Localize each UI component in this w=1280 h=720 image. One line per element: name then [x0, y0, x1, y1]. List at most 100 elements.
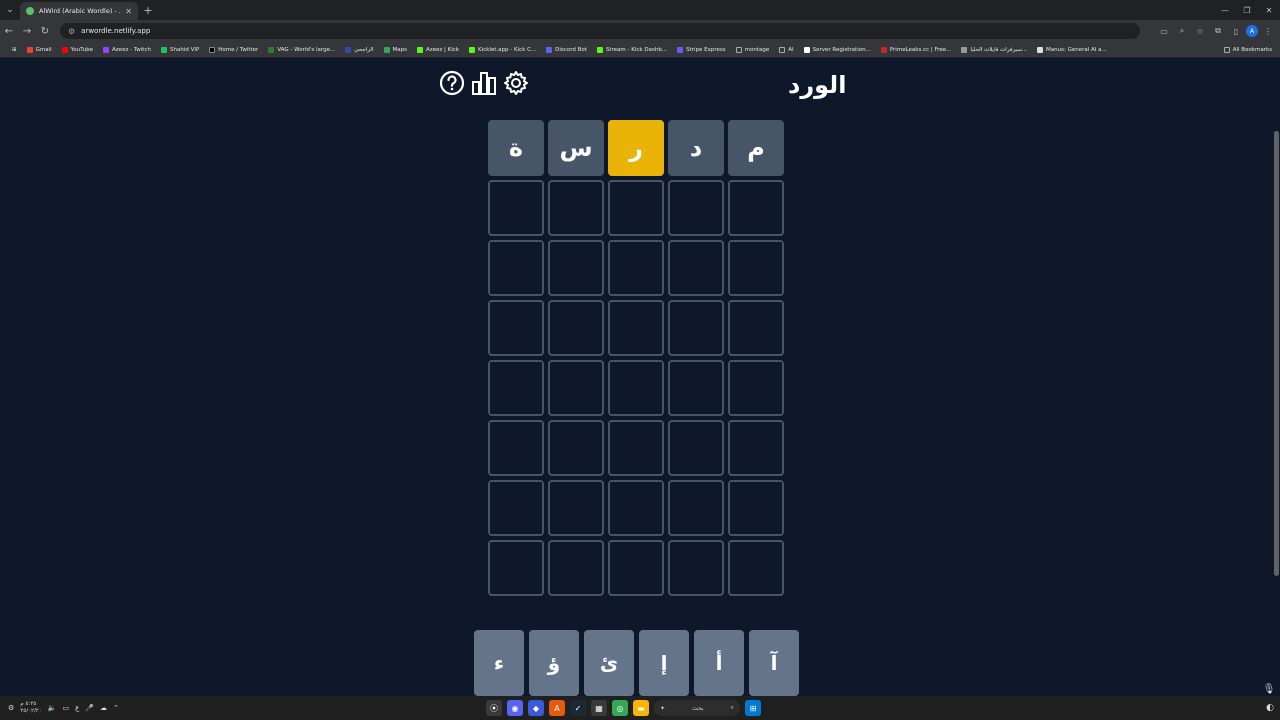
file-explorer-icon[interactable]: ▬: [633, 700, 649, 716]
board-tile: [608, 420, 664, 476]
close-window-icon[interactable]: ✕: [1258, 0, 1280, 20]
board-tile: [548, 480, 604, 536]
language-indicator[interactable]: ع: [75, 704, 79, 712]
extensions-icon[interactable]: ⧉: [1210, 23, 1226, 39]
bookmark-item[interactable]: Stripe Express: [673, 46, 730, 53]
board-tile: [668, 300, 724, 356]
recording-app-icon[interactable]: ⦿: [486, 700, 502, 716]
settings-icon[interactable]: ⚙: [8, 704, 14, 712]
bookmark-item[interactable]: VAG - World's large...: [264, 46, 339, 53]
browser-toolbar: ← → ↻ ⚙ arwordle.netlify.app ▭ ⌕ ☆ ⧉ ▯ A…: [0, 20, 1280, 42]
sidebar-icon[interactable]: ▯: [1228, 23, 1244, 39]
bookmark-star-icon[interactable]: ☆: [1192, 23, 1208, 39]
steam-icon[interactable]: ✓: [570, 700, 586, 716]
clock[interactable]: ٥:٢٥ م ٢٥/٠٢/٢٠: [20, 701, 41, 715]
bookmark-item[interactable]: Kicklet.app - Kick C...: [465, 46, 540, 53]
board-tile: [668, 420, 724, 476]
bookmark-item[interactable]: Discord Bot: [542, 46, 591, 53]
board-tile: [728, 180, 784, 236]
board-tile: [608, 540, 664, 596]
back-icon[interactable]: ←: [0, 20, 18, 42]
system-tray: ⚙ ٥:٢٥ م ٢٥/٠٢/٢٠ 🔈 ▭ ع 🎤 ☁ ⌃: [0, 701, 119, 715]
minimize-icon[interactable]: —: [1214, 0, 1236, 20]
bookmark-item[interactable]: Stream - Kick Dashb...: [593, 46, 671, 53]
page-title: الورد: [788, 71, 847, 99]
taskbar-apps: ⦿ ◉ ◆ A ✓ ▦ ◎ ▬ ✦ بحث ⌕ ⊞: [486, 696, 761, 720]
scrollbar-thumb[interactable]: [1274, 131, 1279, 576]
page-scrollbar[interactable]: [1272, 59, 1280, 696]
tray-chevron-icon[interactable]: ⌃: [113, 704, 119, 712]
bookmark-item[interactable]: Maps: [380, 46, 411, 53]
search-placeholder: بحث: [692, 704, 704, 712]
voice-icon[interactable]: 🎙: [1262, 682, 1276, 696]
keyboard-key[interactable]: ئ: [584, 630, 634, 696]
volume-icon[interactable]: 🔈: [48, 704, 57, 712]
bookmark-item[interactable]: Manus: General AI a...: [1033, 46, 1111, 53]
tab-search-icon[interactable]: ⌄: [0, 0, 20, 20]
keyboard-key[interactable]: ء: [474, 630, 524, 696]
discord-icon[interactable]: ◉: [507, 700, 523, 716]
bookmark-folder[interactable]: montage: [732, 46, 774, 53]
forward-icon[interactable]: →: [18, 20, 36, 42]
keyboard-key[interactable]: إ: [639, 630, 689, 696]
bookmark-item[interactable]: Azeez | Kick: [413, 46, 463, 53]
board-tile: [728, 480, 784, 536]
browser-tab[interactable]: AlWird (Arabic Wordle) - الورد ✕: [20, 2, 138, 20]
board-tile: [548, 240, 604, 296]
board-tile: [608, 360, 664, 416]
bookmark-item[interactable]: YouTube: [58, 46, 97, 53]
bookmark-item[interactable]: PrimeLeaks.cc | Free...: [877, 46, 956, 53]
start-windows-icon[interactable]: ⊞: [745, 700, 761, 716]
favicon-icon: [26, 7, 34, 15]
copilot-icon[interactable]: ◐: [1266, 703, 1274, 713]
apps-icon[interactable]: ⊞: [8, 47, 21, 53]
profile-avatar[interactable]: A: [1246, 25, 1258, 37]
stats-icon[interactable]: [470, 69, 498, 97]
new-tab-button[interactable]: +: [138, 4, 158, 17]
bookmark-folder[interactable]: AI: [775, 46, 797, 53]
keyboard-key[interactable]: ؤ: [529, 630, 579, 696]
board-tile: ة: [488, 120, 544, 176]
chrome-icon[interactable]: ◎: [612, 700, 628, 716]
bookmark-item[interactable]: Home / Twitter: [205, 46, 262, 53]
display-icon[interactable]: ▭: [62, 704, 69, 712]
bookmark-item[interactable]: الراجحي: [341, 46, 377, 53]
keyboard-key[interactable]: أ: [694, 630, 744, 696]
help-icon[interactable]: [438, 69, 466, 97]
board-tile: [728, 300, 784, 356]
board-tile: [548, 180, 604, 236]
board-tile: [488, 480, 544, 536]
app-icon[interactable]: ◆: [528, 700, 544, 716]
board-tile: [488, 360, 544, 416]
board-tile: [728, 240, 784, 296]
bookmark-item[interactable]: Server Registration...: [800, 46, 875, 53]
all-bookmarks-button[interactable]: All Bookmarks: [1220, 46, 1280, 53]
cast-icon[interactable]: ▭: [1156, 23, 1172, 39]
board-tile: [668, 240, 724, 296]
board-tile: [728, 360, 784, 416]
board-tile: [608, 240, 664, 296]
restore-icon[interactable]: ❐: [1236, 0, 1258, 20]
address-bar[interactable]: ⚙ arwordle.netlify.app: [60, 23, 1140, 39]
bookmark-item[interactable]: Shahid VIP: [157, 46, 203, 53]
close-tab-icon[interactable]: ✕: [125, 7, 132, 16]
bookmark-item[interactable]: Azeez - Twitch: [99, 46, 155, 53]
settings-gear-icon[interactable]: [502, 69, 530, 97]
keyboard-key[interactable]: آ: [749, 630, 799, 696]
board-tile: [548, 420, 604, 476]
bookmark-item[interactable]: Gmail: [23, 46, 56, 53]
menu-icon[interactable]: ⋮: [1260, 23, 1276, 39]
calendar-app-icon[interactable]: ▦: [591, 700, 607, 716]
site-info-icon[interactable]: ⚙: [68, 27, 75, 36]
board-tile: [728, 420, 784, 476]
page-content: الورد مدرسة آأإئؤء: [0, 59, 1272, 696]
taskbar-search[interactable]: ✦ بحث ⌕: [654, 700, 740, 716]
board-tile: [488, 180, 544, 236]
board-tile: [668, 480, 724, 536]
zoom-icon[interactable]: ⌕: [1174, 23, 1190, 39]
bookmark-item[interactable]: سيرفرات فايلات الحليا...: [957, 46, 1031, 53]
onedrive-icon[interactable]: ☁: [100, 704, 107, 712]
office-app-icon[interactable]: A: [549, 700, 565, 716]
mic-icon[interactable]: 🎤: [85, 704, 94, 712]
reload-icon[interactable]: ↻: [36, 20, 54, 42]
